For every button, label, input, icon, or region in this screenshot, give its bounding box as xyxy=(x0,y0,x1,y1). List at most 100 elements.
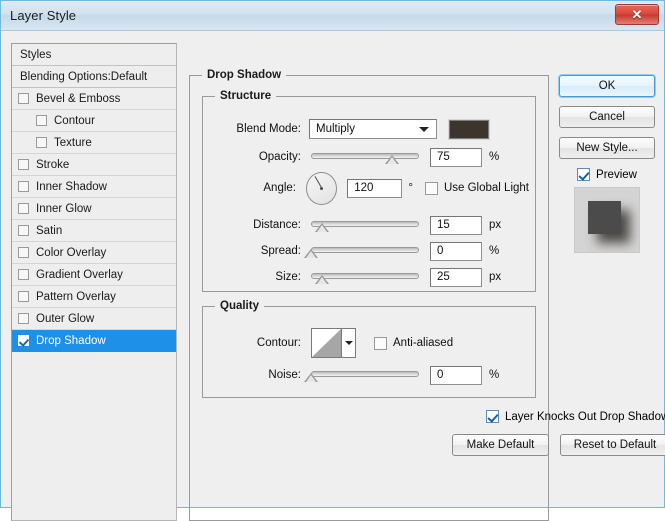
chevron-down-icon xyxy=(345,341,353,345)
checkbox-drop-shadow[interactable] xyxy=(18,335,29,346)
noise-row: Noise: 0 % xyxy=(213,365,529,385)
sidebar-item-texture[interactable]: Texture xyxy=(12,132,176,154)
checkbox-outer-glow[interactable] xyxy=(18,313,29,324)
right-button-column: OK Cancel New Style... Preview xyxy=(559,75,655,253)
checkbox-satin[interactable] xyxy=(18,225,29,236)
noise-label: Noise: xyxy=(213,369,301,381)
noise-input[interactable]: 0 xyxy=(430,366,482,385)
preview-checkbox-box[interactable] xyxy=(577,168,590,181)
close-button[interactable]: ✕ xyxy=(615,4,659,25)
angle-dial-center xyxy=(320,187,323,190)
size-slider-thumb[interactable] xyxy=(315,275,329,284)
distance-label: Distance: xyxy=(213,219,301,231)
reset-to-default-button[interactable]: Reset to Default xyxy=(560,434,665,456)
quality-group-title: Quality xyxy=(215,300,264,312)
use-global-light-label: Use Global Light xyxy=(444,182,529,194)
contour-row-label: Contour: xyxy=(213,337,301,349)
distance-slider[interactable] xyxy=(311,217,419,233)
angle-dial[interactable] xyxy=(306,172,337,205)
sidebar-item-inner-glow[interactable]: Inner Glow xyxy=(12,198,176,220)
layer-knocks-out-box[interactable] xyxy=(486,410,499,423)
sidebar-item-pattern-overlay[interactable]: Pattern Overlay xyxy=(12,286,176,308)
sidebar-item-contour[interactable]: Contour xyxy=(12,110,176,132)
contour-label: Contour xyxy=(54,115,95,127)
checkbox-gradient-overlay[interactable] xyxy=(18,269,29,280)
blend-mode-select[interactable]: Multiply xyxy=(309,119,437,139)
styles-list-panel[interactable]: Styles Blending Options:Default Bevel & … xyxy=(11,43,177,521)
opacity-slider[interactable] xyxy=(311,149,419,165)
use-global-light-checkbox[interactable]: Use Global Light xyxy=(425,182,529,195)
distance-slider-thumb[interactable] xyxy=(315,223,329,232)
opacity-value: 75 xyxy=(437,151,450,163)
opacity-input[interactable]: 75 xyxy=(430,148,482,167)
new-style-label: New Style... xyxy=(576,142,637,154)
noise-slider-track xyxy=(311,371,419,377)
sidebar-item-color-overlay[interactable]: Color Overlay xyxy=(12,242,176,264)
opacity-slider-thumb[interactable] xyxy=(385,155,399,164)
sidebar-item-drop-shadow[interactable]: Drop Shadow xyxy=(12,330,176,352)
anti-aliased-checkbox[interactable]: Anti-aliased xyxy=(374,337,453,350)
cancel-button[interactable]: Cancel xyxy=(559,106,655,128)
sidebar-item-satin[interactable]: Satin xyxy=(12,220,176,242)
blending-options-label: Blending Options:Default xyxy=(20,71,147,83)
new-style-button[interactable]: New Style... xyxy=(559,137,655,159)
gradient-overlay-label: Gradient Overlay xyxy=(36,269,123,281)
drop-shadow-label: Drop Shadow xyxy=(36,335,106,347)
spread-input[interactable]: 0 xyxy=(430,242,482,261)
color-overlay-label: Color Overlay xyxy=(36,247,106,259)
sidebar-item-inner-shadow[interactable]: Inner Shadow xyxy=(12,176,176,198)
dialog-content: Styles Blending Options:Default Bevel & … xyxy=(1,31,664,507)
checkbox-texture[interactable] xyxy=(36,137,47,148)
sidebar-item-blending-options[interactable]: Blending Options:Default xyxy=(12,66,176,88)
preview-shadow-square xyxy=(588,201,621,234)
layer-style-dialog: Layer Style ✕ Styles Blending Options:De… xyxy=(0,0,665,508)
size-input[interactable]: 25 xyxy=(430,268,482,287)
shadow-color-swatch[interactable] xyxy=(449,120,489,139)
drop-shadow-group: Drop Shadow Structure Blend Mode: Multip… xyxy=(189,75,549,521)
anti-aliased-box[interactable] xyxy=(374,337,387,350)
contour-picker[interactable] xyxy=(311,328,356,358)
outer-glow-label: Outer Glow xyxy=(36,313,94,325)
styles-list-header[interactable]: Styles xyxy=(12,44,176,66)
checkbox-bevel-emboss[interactable] xyxy=(18,93,29,104)
contour-row: Contour: An xyxy=(213,327,529,359)
layer-knocks-out-checkbox[interactable]: Layer Knocks Out Drop Shadow xyxy=(486,410,665,423)
distance-input[interactable]: 15 xyxy=(430,216,482,235)
bevel-emboss-label: Bevel & Emboss xyxy=(36,93,120,105)
make-default-button[interactable]: Make Default xyxy=(452,434,549,456)
noise-slider-thumb[interactable] xyxy=(304,373,318,382)
spread-value: 0 xyxy=(437,245,443,257)
checkbox-inner-glow[interactable] xyxy=(18,203,29,214)
spread-slider-track xyxy=(311,247,419,253)
contour-dropdown-button[interactable] xyxy=(342,329,355,357)
checkbox-contour[interactable] xyxy=(36,115,47,126)
sidebar-item-bevel-emboss[interactable]: Bevel & Emboss xyxy=(12,88,176,110)
spread-slider-thumb[interactable] xyxy=(304,249,318,258)
angle-row: Angle: 120 ° Use Global Light xyxy=(213,171,529,205)
preview-label: Preview xyxy=(596,169,637,181)
angle-unit: ° xyxy=(408,182,413,194)
use-global-light-box[interactable] xyxy=(425,182,438,195)
checkbox-inner-shadow[interactable] xyxy=(18,181,29,192)
checkbox-pattern-overlay[interactable] xyxy=(18,291,29,302)
size-slider[interactable] xyxy=(311,269,419,285)
sidebar-item-outer-glow[interactable]: Outer Glow xyxy=(12,308,176,330)
sidebar-item-gradient-overlay[interactable]: Gradient Overlay xyxy=(12,264,176,286)
layer-knocks-out-label: Layer Knocks Out Drop Shadow xyxy=(505,411,665,423)
angle-input[interactable]: 120 xyxy=(347,179,402,198)
ok-button[interactable]: OK xyxy=(559,75,655,97)
spread-slider[interactable] xyxy=(311,243,419,259)
checkbox-color-overlay[interactable] xyxy=(18,247,29,258)
preview-checkbox[interactable]: Preview xyxy=(577,168,637,181)
drop-shadow-group-title: Drop Shadow xyxy=(202,69,286,81)
opacity-row: Opacity: 75 % xyxy=(213,147,529,167)
pattern-overlay-label: Pattern Overlay xyxy=(36,291,116,303)
opacity-unit: % xyxy=(489,151,499,163)
checkbox-stroke[interactable] xyxy=(18,159,29,170)
noise-slider[interactable] xyxy=(311,367,419,383)
quality-group: Quality Contour: xyxy=(202,306,536,398)
inner-glow-label: Inner Glow xyxy=(36,203,92,215)
sidebar-item-stroke[interactable]: Stroke xyxy=(12,154,176,176)
size-row: Size: 25 px xyxy=(213,267,529,287)
spread-unit: % xyxy=(489,245,499,257)
